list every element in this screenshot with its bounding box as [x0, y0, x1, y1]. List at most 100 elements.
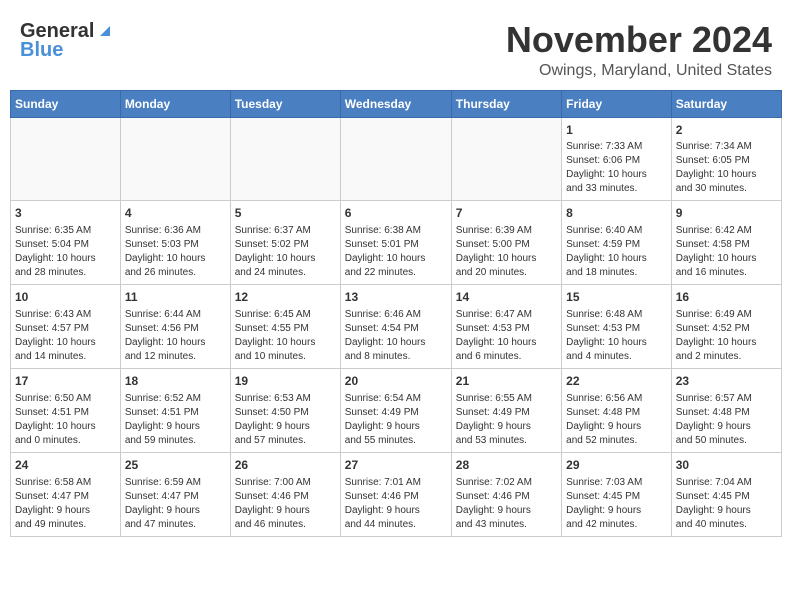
day-cell: [340, 117, 451, 201]
day-number: 7: [456, 205, 557, 222]
day-cell: 10 Sunrise: 6:43 AM Sunset: 4:57 PM Dayli…: [11, 285, 121, 369]
day-cell: 20 Sunrise: 6:54 AM Sunset: 4:49 PM Dayli…: [340, 368, 451, 452]
day-cell: 18 Sunrise: 6:52 AM Sunset: 4:51 PM Dayli…: [120, 368, 230, 452]
day-number: 12: [235, 289, 336, 306]
day-number: 24: [15, 457, 116, 474]
day-info: Sunrise: 6:58 AM Sunset: 4:47 PM Dayligh…: [15, 476, 116, 532]
day-cell: 25 Sunrise: 6:59 AM Sunset: 4:47 PM Dayli…: [120, 452, 230, 536]
day-cell: 6 Sunrise: 6:38 AM Sunset: 5:01 PM Daylig…: [340, 201, 451, 285]
day-cell: 29 Sunrise: 7:03 AM Sunset: 4:45 PM Dayli…: [562, 452, 672, 536]
weekday-header-tuesday: Tuesday: [230, 90, 340, 117]
day-cell: 19Sunrise: 6:53 AM Sunset: 4:50 PM Dayli…: [230, 368, 340, 452]
day-cell: 23Sunrise: 6:57 AM Sunset: 4:48 PM Dayli…: [671, 368, 781, 452]
week-row-3: 17Sunrise: 6:50 AM Sunset: 4:51 PM Dayli…: [11, 368, 782, 452]
day-info: Sunrise: 6:52 AM Sunset: 4:51 PM Dayligh…: [125, 392, 226, 448]
day-number: 17: [15, 373, 116, 390]
day-info: Sunrise: 6:38 AM Sunset: 5:01 PM Dayligh…: [345, 224, 447, 280]
day-cell: 27 Sunrise: 7:01 AM Sunset: 4:46 PM Dayli…: [340, 452, 451, 536]
day-number: 30: [676, 457, 777, 474]
day-cell: 16Sunrise: 6:49 AM Sunset: 4:52 PM Dayli…: [671, 285, 781, 369]
day-info: Sunrise: 6:59 AM Sunset: 4:47 PM Dayligh…: [125, 476, 226, 532]
logo: General Blue: [20, 20, 114, 62]
day-info: Sunrise: 6:54 AM Sunset: 4:49 PM Dayligh…: [345, 392, 447, 448]
day-number: 21: [456, 373, 557, 390]
day-number: 5: [235, 205, 336, 222]
weekday-header-monday: Monday: [120, 90, 230, 117]
day-cell: 15Sunrise: 6:48 AM Sunset: 4:53 PM Dayli…: [562, 285, 672, 369]
day-number: 10: [15, 289, 116, 306]
day-number: 4: [125, 205, 226, 222]
day-cell: 8 Sunrise: 6:40 AM Sunset: 4:59 PM Daylig…: [562, 201, 672, 285]
title-area: November 2024 Owings, Maryland, United S…: [506, 20, 772, 80]
page-header: General Blue November 2024 Owings, Maryl…: [10, 10, 782, 85]
day-number: 13: [345, 289, 447, 306]
day-number: 6: [345, 205, 447, 222]
day-info: Sunrise: 6:37 AM Sunset: 5:02 PM Dayligh…: [235, 224, 336, 280]
day-info: Sunrise: 6:57 AM Sunset: 4:48 PM Dayligh…: [676, 392, 777, 448]
day-info: Sunrise: 6:43 AM Sunset: 4:57 PM Dayligh…: [15, 308, 116, 364]
day-number: 29: [566, 457, 667, 474]
day-cell: 12Sunrise: 6:45 AM Sunset: 4:55 PM Dayli…: [230, 285, 340, 369]
day-cell: 7Sunrise: 6:39 AM Sunset: 5:00 PM Daylig…: [451, 201, 561, 285]
day-number: 26: [235, 457, 336, 474]
day-info: Sunrise: 6:35 AM Sunset: 5:04 PM Dayligh…: [15, 224, 116, 280]
day-number: 20: [345, 373, 447, 390]
day-info: Sunrise: 7:34 AM Sunset: 6:05 PM Dayligh…: [676, 140, 777, 196]
day-number: 14: [456, 289, 557, 306]
day-info: Sunrise: 7:01 AM Sunset: 4:46 PM Dayligh…: [345, 476, 447, 532]
day-cell: 22 Sunrise: 6:56 AM Sunset: 4:48 PM Dayli…: [562, 368, 672, 452]
day-cell: [451, 117, 561, 201]
day-cell: 11Sunrise: 6:44 AM Sunset: 4:56 PM Dayli…: [120, 285, 230, 369]
day-info: Sunrise: 7:33 AM Sunset: 6:06 PM Dayligh…: [566, 140, 667, 196]
weekday-header-wednesday: Wednesday: [340, 90, 451, 117]
day-info: Sunrise: 6:55 AM Sunset: 4:49 PM Dayligh…: [456, 392, 557, 448]
weekday-header-sunday: Sunday: [11, 90, 121, 117]
day-info: Sunrise: 6:36 AM Sunset: 5:03 PM Dayligh…: [125, 224, 226, 280]
day-number: 8: [566, 205, 667, 222]
week-row-0: 1Sunrise: 7:33 AM Sunset: 6:06 PM Daylig…: [11, 117, 782, 201]
weekday-header-friday: Friday: [562, 90, 672, 117]
month-title: November 2024: [506, 20, 772, 60]
day-cell: 28Sunrise: 7:02 AM Sunset: 4:46 PM Dayli…: [451, 452, 561, 536]
day-cell: 9 Sunrise: 6:42 AM Sunset: 4:58 PM Daylig…: [671, 201, 781, 285]
day-number: 25: [125, 457, 226, 474]
day-cell: 30 Sunrise: 7:04 AM Sunset: 4:45 PM Dayli…: [671, 452, 781, 536]
day-info: Sunrise: 6:47 AM Sunset: 4:53 PM Dayligh…: [456, 308, 557, 364]
day-cell: [120, 117, 230, 201]
day-cell: 26 Sunrise: 7:00 AM Sunset: 4:46 PM Dayli…: [230, 452, 340, 536]
day-number: 3: [15, 205, 116, 222]
day-number: 15: [566, 289, 667, 306]
day-cell: 1Sunrise: 7:33 AM Sunset: 6:06 PM Daylig…: [562, 117, 672, 201]
calendar-table: SundayMondayTuesdayWednesdayThursdayFrid…: [10, 90, 782, 537]
day-number: 22: [566, 373, 667, 390]
day-number: 9: [676, 205, 777, 222]
day-number: 2: [676, 122, 777, 139]
day-cell: 4 Sunrise: 6:36 AM Sunset: 5:03 PM Daylig…: [120, 201, 230, 285]
week-row-4: 24 Sunrise: 6:58 AM Sunset: 4:47 PM Dayli…: [11, 452, 782, 536]
day-info: Sunrise: 6:46 AM Sunset: 4:54 PM Dayligh…: [345, 308, 447, 364]
logo-arrow-icon: [96, 22, 114, 40]
day-cell: [11, 117, 121, 201]
weekday-header-saturday: Saturday: [671, 90, 781, 117]
day-info: Sunrise: 7:03 AM Sunset: 4:45 PM Dayligh…: [566, 476, 667, 532]
day-info: Sunrise: 7:04 AM Sunset: 4:45 PM Dayligh…: [676, 476, 777, 532]
day-info: Sunrise: 6:42 AM Sunset: 4:58 PM Dayligh…: [676, 224, 777, 280]
day-info: Sunrise: 6:40 AM Sunset: 4:59 PM Dayligh…: [566, 224, 667, 280]
day-cell: 24 Sunrise: 6:58 AM Sunset: 4:47 PM Dayli…: [11, 452, 121, 536]
day-cell: 5 Sunrise: 6:37 AM Sunset: 5:02 PM Daylig…: [230, 201, 340, 285]
day-number: 27: [345, 457, 447, 474]
week-row-2: 10 Sunrise: 6:43 AM Sunset: 4:57 PM Dayli…: [11, 285, 782, 369]
day-info: Sunrise: 7:00 AM Sunset: 4:46 PM Dayligh…: [235, 476, 336, 532]
day-number: 28: [456, 457, 557, 474]
day-number: 11: [125, 289, 226, 306]
day-cell: 13 Sunrise: 6:46 AM Sunset: 4:54 PM Dayli…: [340, 285, 451, 369]
weekday-header-row: SundayMondayTuesdayWednesdayThursdayFrid…: [11, 90, 782, 117]
logo-text-blue: Blue: [20, 39, 63, 62]
day-info: Sunrise: 6:56 AM Sunset: 4:48 PM Dayligh…: [566, 392, 667, 448]
weekday-header-thursday: Thursday: [451, 90, 561, 117]
day-cell: 14 Sunrise: 6:47 AM Sunset: 4:53 PM Dayli…: [451, 285, 561, 369]
day-number: 18: [125, 373, 226, 390]
day-info: Sunrise: 6:53 AM Sunset: 4:50 PM Dayligh…: [235, 392, 336, 448]
day-cell: [230, 117, 340, 201]
day-info: Sunrise: 6:49 AM Sunset: 4:52 PM Dayligh…: [676, 308, 777, 364]
